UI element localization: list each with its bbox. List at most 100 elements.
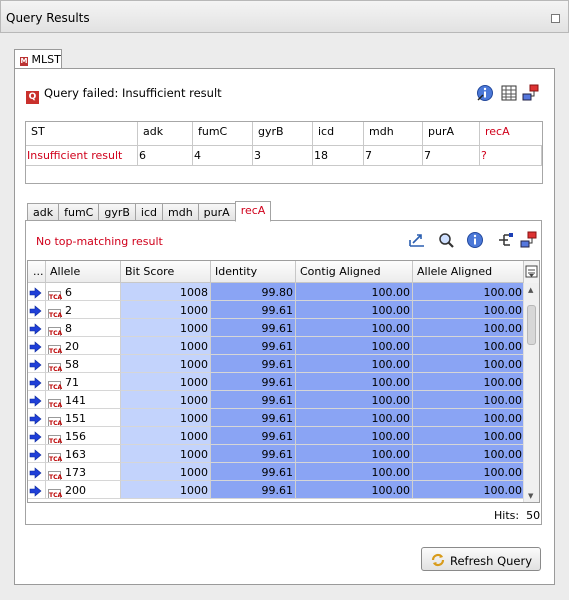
row-pointer-cell[interactable]: [28, 283, 46, 301]
contig-aligned-cell[interactable]: 100.00: [296, 391, 413, 409]
row-pointer-cell[interactable]: [28, 409, 46, 427]
contig-aligned-cell[interactable]: 100.00: [296, 481, 413, 499]
bit-score-cell[interactable]: 1000: [121, 301, 211, 319]
col-header-contig-aligned[interactable]: Contig Aligned: [296, 261, 413, 282]
contig-aligned-cell[interactable]: 100.00: [296, 337, 413, 355]
row-pointer-cell[interactable]: [28, 301, 46, 319]
column-chooser-icon[interactable]: [523, 261, 539, 283]
table-row[interactable]: TCA 156 1000 99.61 100.00 100.00: [28, 427, 525, 445]
identity-cell[interactable]: 99.61: [211, 355, 296, 373]
contig-aligned-cell[interactable]: 100.00: [296, 283, 413, 301]
allele-aligned-cell[interactable]: 100.00: [413, 355, 525, 373]
allele-aligned-cell[interactable]: 100.00: [413, 337, 525, 355]
bit-score-cell[interactable]: 1000: [121, 409, 211, 427]
tab-reca[interactable]: recA: [234, 201, 272, 222]
table-row[interactable]: TCA 20 1000 99.61 100.00 100.00: [28, 337, 525, 355]
row-pointer-cell[interactable]: [28, 463, 46, 481]
bit-score-cell[interactable]: 1000: [121, 337, 211, 355]
contig-aligned-cell[interactable]: 100.00: [296, 427, 413, 445]
tree-icon[interactable]: [496, 231, 514, 249]
allele-cell[interactable]: TCA 173: [46, 463, 121, 481]
bit-score-cell[interactable]: 1000: [121, 445, 211, 463]
allele-aligned-cell[interactable]: 100.00: [413, 301, 525, 319]
col-header-more[interactable]: ...: [28, 261, 46, 282]
summary-cell[interactable]: 18: [313, 146, 364, 165]
identity-cell[interactable]: 99.61: [211, 445, 296, 463]
allele-cell[interactable]: TCA 8: [46, 319, 121, 337]
identity-cell[interactable]: 99.61: [211, 463, 296, 481]
contig-aligned-cell[interactable]: 100.00: [296, 373, 413, 391]
allele-cell[interactable]: TCA 6: [46, 283, 121, 301]
allele-aligned-cell[interactable]: 100.00: [413, 481, 525, 499]
row-pointer-cell[interactable]: [28, 355, 46, 373]
export-icon[interactable]: [522, 84, 540, 102]
row-pointer-cell[interactable]: [28, 391, 46, 409]
table-row[interactable]: TCA 6 1008 99.80 100.00 100.00: [28, 283, 525, 301]
identity-cell[interactable]: 99.61: [211, 301, 296, 319]
contig-aligned-cell[interactable]: 100.00: [296, 463, 413, 481]
scroll-down-icon[interactable]: ▼: [528, 492, 533, 500]
bit-score-cell[interactable]: 1000: [121, 463, 211, 481]
table-icon[interactable]: [500, 84, 518, 102]
contig-aligned-cell[interactable]: 100.00: [296, 355, 413, 373]
info-icon[interactable]: [466, 231, 484, 249]
allele-cell[interactable]: TCA 58: [46, 355, 121, 373]
col-header-allele-aligned[interactable]: Allele Aligned: [413, 261, 525, 282]
row-pointer-cell[interactable]: [28, 373, 46, 391]
summary-cell[interactable]: ?: [480, 146, 542, 165]
allele-cell[interactable]: TCA 2: [46, 301, 121, 319]
row-pointer-cell[interactable]: [28, 337, 46, 355]
allele-cell[interactable]: TCA 141: [46, 391, 121, 409]
identity-cell[interactable]: 99.61: [211, 337, 296, 355]
allele-aligned-cell[interactable]: 100.00: [413, 463, 525, 481]
col-header-allele[interactable]: Allele: [46, 261, 121, 282]
summary-cell[interactable]: 6: [138, 146, 193, 165]
identity-cell[interactable]: 99.80: [211, 283, 296, 301]
bit-score-cell[interactable]: 1000: [121, 373, 211, 391]
identity-cell[interactable]: 99.61: [211, 409, 296, 427]
allele-aligned-cell[interactable]: 100.00: [413, 427, 525, 445]
allele-aligned-cell[interactable]: 100.00: [413, 283, 525, 301]
summary-cell[interactable]: 3: [253, 146, 313, 165]
magnifier-icon[interactable]: [437, 231, 455, 249]
contig-aligned-cell[interactable]: 100.00: [296, 409, 413, 427]
summary-cell[interactable]: 7: [423, 146, 480, 165]
allele-cell[interactable]: TCA 163: [46, 445, 121, 463]
bit-score-cell[interactable]: 1008: [121, 283, 211, 301]
allele-cell[interactable]: TCA 71: [46, 373, 121, 391]
summary-cell-st[interactable]: Insufficient result: [26, 146, 138, 165]
allele-aligned-cell[interactable]: 100.00: [413, 409, 525, 427]
contig-aligned-cell[interactable]: 100.00: [296, 301, 413, 319]
bit-score-cell[interactable]: 1000: [121, 319, 211, 337]
allele-aligned-cell[interactable]: 100.00: [413, 319, 525, 337]
table-row[interactable]: TCA 141 1000 99.61 100.00 100.00: [28, 391, 525, 409]
align-export-icon[interactable]: [520, 231, 538, 249]
allele-aligned-cell[interactable]: 100.00: [413, 373, 525, 391]
allele-cell[interactable]: TCA 20: [46, 337, 121, 355]
allele-cell[interactable]: TCA 156: [46, 427, 121, 445]
contig-aligned-cell[interactable]: 100.00: [296, 319, 413, 337]
contig-aligned-cell[interactable]: 100.00: [296, 445, 413, 463]
table-row[interactable]: TCA 173 1000 99.61 100.00 100.00: [28, 463, 525, 481]
allele-aligned-cell[interactable]: 100.00: [413, 391, 525, 409]
tab-mlst[interactable]: M MLST: [14, 49, 62, 69]
table-row[interactable]: TCA 8 1000 99.61 100.00 100.00: [28, 319, 525, 337]
bit-score-cell[interactable]: 1000: [121, 427, 211, 445]
summary-cell[interactable]: 7: [364, 146, 423, 165]
table-row[interactable]: TCA 71 1000 99.61 100.00 100.00: [28, 373, 525, 391]
identity-cell[interactable]: 99.61: [211, 319, 296, 337]
scrollbar-thumb[interactable]: [527, 305, 536, 345]
identity-cell[interactable]: 99.61: [211, 427, 296, 445]
refresh-query-button[interactable]: Refresh Query: [421, 547, 541, 571]
bit-score-cell[interactable]: 1000: [121, 391, 211, 409]
scroll-up-icon[interactable]: ▲: [528, 286, 533, 294]
info-icon[interactable]: [476, 84, 494, 102]
summary-cell[interactable]: 4: [193, 146, 253, 165]
row-pointer-cell[interactable]: [28, 481, 46, 499]
row-pointer-cell[interactable]: [28, 427, 46, 445]
export-chart-icon[interactable]: [408, 231, 426, 249]
bit-score-cell[interactable]: 1000: [121, 355, 211, 373]
vertical-scrollbar[interactable]: ▲ ▼: [523, 283, 539, 502]
table-row[interactable]: TCA 58 1000 99.61 100.00 100.00: [28, 355, 525, 373]
allele-aligned-cell[interactable]: 100.00: [413, 445, 525, 463]
